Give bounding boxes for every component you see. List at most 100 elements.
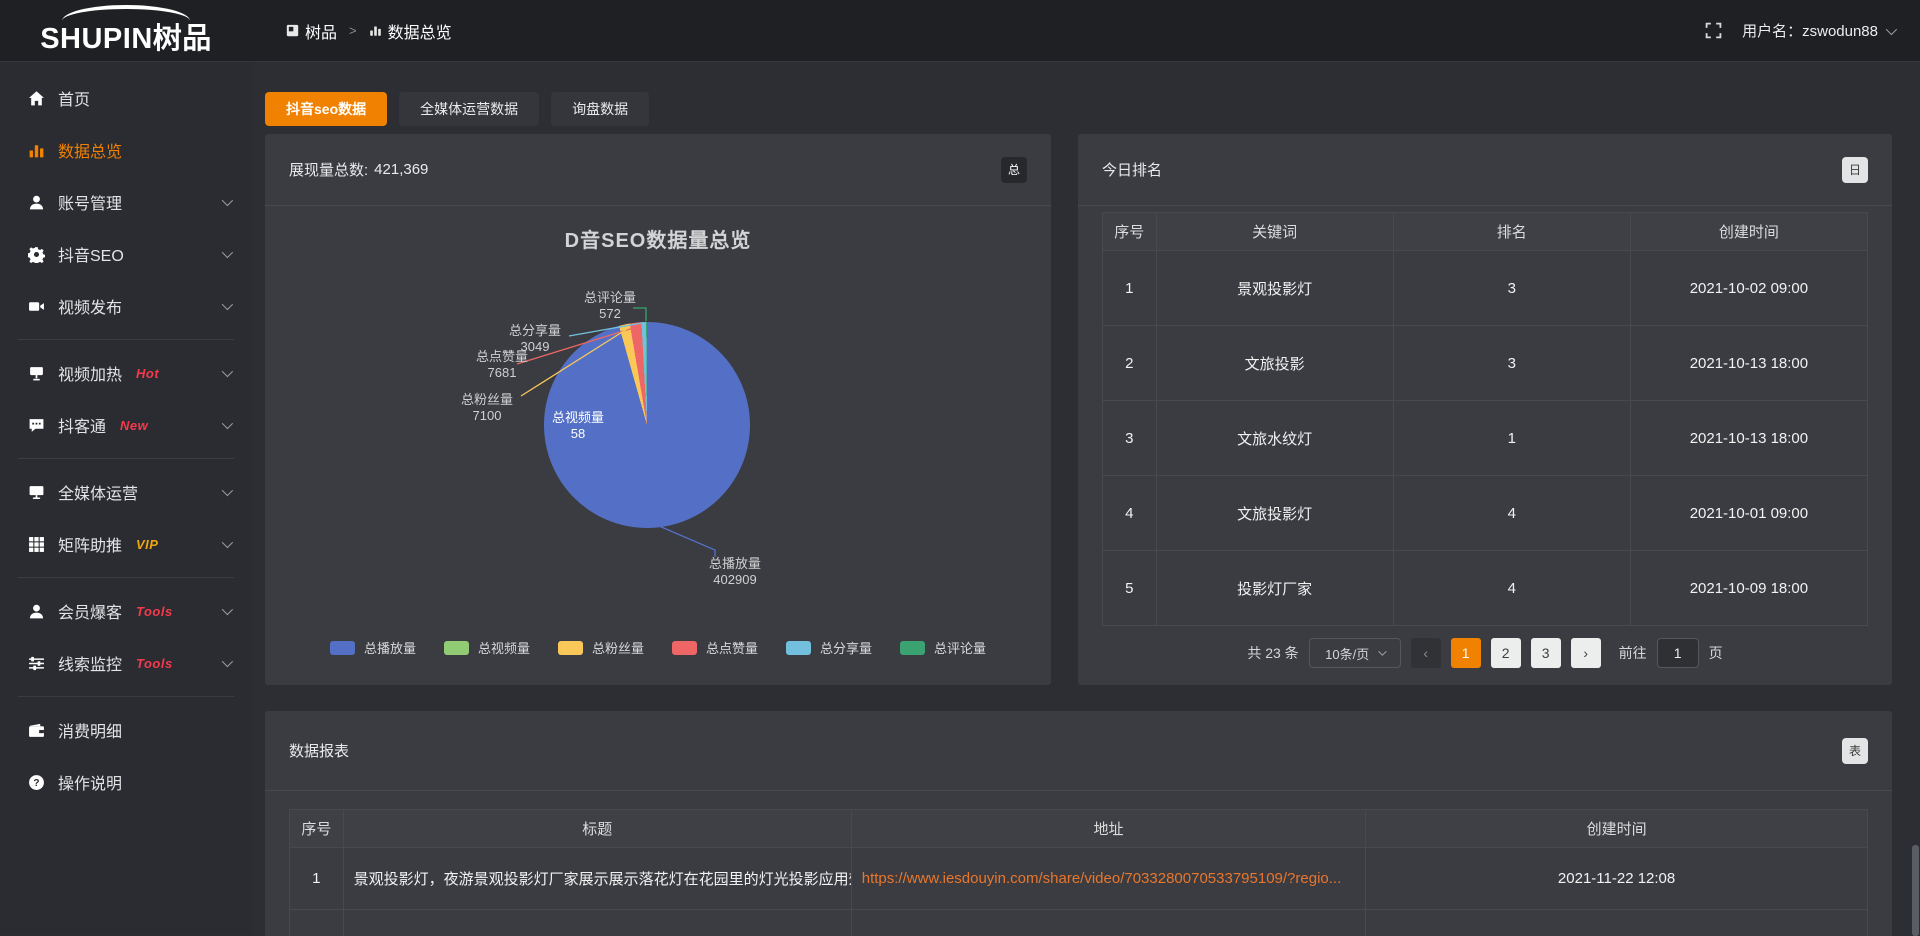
- pie-slice-label: 总视频量58: [552, 410, 604, 442]
- table-cell: 4: [1103, 476, 1157, 551]
- ranking-card-header: 今日排名 日: [1078, 134, 1892, 206]
- table-cell: 3: [1103, 401, 1157, 476]
- sidebar-item-label: 矩阵助推: [58, 532, 122, 556]
- page-button-3[interactable]: 3: [1531, 638, 1561, 668]
- sidebar-item-media-operation[interactable]: 全媒体运营: [0, 466, 252, 518]
- table-cell: 文旅投影灯: [1156, 476, 1393, 551]
- sidebar-item-consumption-detail[interactable]: 消费明细: [0, 704, 252, 756]
- sidebar-item-label: 会员爆客: [58, 599, 122, 623]
- sidebar-item-badge: New: [120, 418, 148, 433]
- sidebar-item-member-burst[interactable]: 会员爆客Tools: [0, 585, 252, 637]
- table-cell: [290, 910, 344, 936]
- table-badge-button[interactable]: 表: [1842, 738, 1868, 764]
- table-cell: 文旅水纹灯: [1156, 401, 1393, 476]
- grid-icon: [28, 536, 45, 553]
- sidebar-item-account-manage[interactable]: 账号管理: [0, 176, 252, 228]
- sidebar-item-badge: Hot: [136, 366, 159, 381]
- table-cell: 2021-10-01 09:00: [1630, 476, 1867, 551]
- video-link[interactable]: https://www.iesdouyin.com/share/video/70…: [851, 848, 1365, 910]
- sidebar-item-home[interactable]: 首页: [0, 72, 252, 124]
- page-scrollbar[interactable]: [1912, 845, 1919, 936]
- report-card-header: 数据报表 表: [265, 711, 1892, 791]
- table-row: 4文旅投影灯42021-10-01 09:00: [1103, 476, 1868, 551]
- video-camera-icon: [28, 298, 45, 315]
- table-cell: [1366, 910, 1868, 936]
- breadcrumb-item-home[interactable]: 树品: [286, 19, 337, 43]
- legend-swatch: [558, 641, 583, 655]
- legend-item[interactable]: 总点赞量: [672, 638, 758, 657]
- page-button-2[interactable]: 2: [1491, 638, 1521, 668]
- sidebar-item-video-publish[interactable]: 视频发布: [0, 280, 252, 332]
- legend-item[interactable]: 总视频量: [444, 638, 530, 657]
- column-header: 地址: [851, 810, 1365, 848]
- breadcrumb-item-current[interactable]: 数据总览: [369, 19, 452, 43]
- legend-label: 总分享量: [820, 638, 872, 657]
- goto-suffix: 页: [1709, 643, 1723, 663]
- chat-icon: [28, 417, 45, 434]
- chevron-down-icon: [222, 485, 233, 496]
- table-row: [290, 910, 1868, 936]
- screen-icon: [28, 365, 45, 382]
- page-size-select[interactable]: 10条/页: [1309, 638, 1401, 668]
- table-cell: 1: [290, 848, 344, 910]
- sidebar-item-douyin-seo[interactable]: 抖音SEO: [0, 228, 252, 280]
- total-badge-button[interactable]: 总: [1001, 157, 1027, 183]
- tab-inquiry-data[interactable]: 询盘数据: [551, 92, 649, 126]
- pie-slice-label: 总粉丝量7100: [461, 392, 513, 424]
- sidebar-item-label: 视频发布: [58, 294, 122, 318]
- impressions-total-value: 421,369: [374, 161, 428, 178]
- bar-chart-icon: [28, 142, 45, 159]
- sidebar-item-douketong[interactable]: 抖客通New: [0, 399, 252, 451]
- user-menu[interactable]: 用户名：zswodun88: [1742, 20, 1894, 41]
- sliders-icon: [28, 655, 45, 672]
- ranking-table: 序号关键词排名创建时间1景观投影灯32021-10-02 09:002文旅投影3…: [1102, 212, 1868, 626]
- legend-item[interactable]: 总分享量: [786, 638, 872, 657]
- table-cell: 1: [1103, 251, 1157, 326]
- ranking-card: 今日排名 日 序号关键词排名创建时间1景观投影灯32021-10-02 09:0…: [1078, 134, 1892, 685]
- table-cell: 3: [1393, 326, 1630, 401]
- chevron-down-icon: [222, 537, 233, 548]
- legend-swatch: [444, 641, 469, 655]
- chevron-down-icon: [222, 299, 233, 310]
- page-button-1[interactable]: 1: [1451, 638, 1481, 668]
- gear-icon: [28, 246, 45, 263]
- legend-item[interactable]: 总播放量: [330, 638, 416, 657]
- pie-slice-label: 总播放量402909: [709, 556, 761, 588]
- sidebar-item-operation-guide[interactable]: ?操作说明: [0, 756, 252, 808]
- legend-label: 总粉丝量: [592, 638, 644, 657]
- goto-page-input[interactable]: [1657, 638, 1699, 668]
- prev-page-button[interactable]: ‹: [1411, 638, 1441, 668]
- table-row: 1景观投影灯32021-10-02 09:00: [1103, 251, 1868, 326]
- day-badge-button[interactable]: 日: [1842, 157, 1868, 183]
- sidebar-item-leads-monitor[interactable]: 线索监控 Tools: [0, 637, 252, 689]
- table-cell: 2021-10-13 18:00: [1630, 326, 1867, 401]
- ranking-card-title: 今日排名: [1102, 159, 1162, 180]
- tab-media-operation-data[interactable]: 全媒体运营数据: [399, 92, 539, 126]
- chevron-down-icon: [222, 604, 233, 615]
- legend-swatch: [900, 641, 925, 655]
- legend-item[interactable]: 总粉丝量: [558, 638, 644, 657]
- sidebar-item-label: 首页: [58, 86, 90, 110]
- table-cell: 4: [1393, 551, 1630, 626]
- legend-label: 总评论量: [934, 638, 986, 657]
- table-cell: 4: [1393, 476, 1630, 551]
- column-header: 排名: [1393, 213, 1630, 251]
- sidebar-item-matrix-boost[interactable]: 矩阵助推VIP: [0, 518, 252, 570]
- sidebar-item-data-overview[interactable]: 数据总览: [0, 124, 252, 176]
- next-page-button[interactable]: ›: [1571, 638, 1601, 668]
- column-header: 关键词: [1156, 213, 1393, 251]
- breadcrumb: 树品 > 数据总览: [286, 19, 452, 43]
- fullscreen-icon[interactable]: [1705, 22, 1722, 39]
- tab-douyin-seo-data[interactable]: 抖音seo数据: [265, 92, 387, 126]
- table-cell: 2021-10-13 18:00: [1630, 401, 1867, 476]
- sidebar-item-label: 线索监控: [58, 651, 122, 675]
- sidebar-item-video-heat[interactable]: 视频加热Hot: [0, 347, 252, 399]
- goto-label: 前往: [1619, 643, 1647, 663]
- table-cell: 2: [1103, 326, 1157, 401]
- legend-item[interactable]: 总评论量: [900, 638, 986, 657]
- sidebar-item-badge: Tools: [136, 656, 173, 671]
- app-logo[interactable]: SHUPIN树品: [0, 0, 252, 61]
- table-cell: 文旅投影: [1156, 326, 1393, 401]
- legend-swatch: [786, 641, 811, 655]
- home-icon: [28, 90, 45, 107]
